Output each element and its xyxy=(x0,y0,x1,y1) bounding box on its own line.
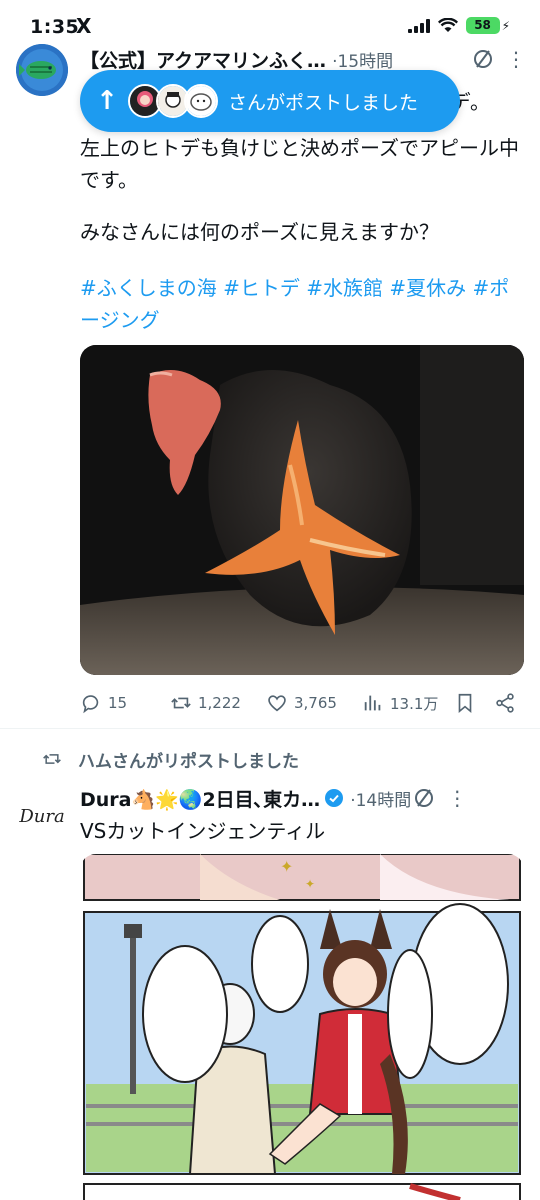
share-icon xyxy=(496,693,514,713)
more-options-icon[interactable]: ⋮ xyxy=(447,786,467,810)
repost-count: 1,222 xyxy=(198,694,241,712)
tweet-text-line: 左上のヒトデも負けじと決めポーズでアピール中です。 xyxy=(80,136,519,192)
repost-button[interactable]: 1,222 xyxy=(170,692,266,714)
verified-icon xyxy=(324,788,344,808)
reply-button[interactable]: 15 xyxy=(80,692,170,714)
tweet-text: VSカットインジェンティル xyxy=(80,819,326,843)
tweet-actions: 15 1,222 3,765 13.1万 xyxy=(80,688,524,718)
tweet-header: 【公式】アクアマリンふく… ·15時間 ⋮ xyxy=(80,46,526,73)
bookmark-icon xyxy=(458,693,472,714)
heart-icon xyxy=(268,695,286,712)
author-name[interactable]: 【公式】アクアマリンふく… xyxy=(80,46,326,73)
divider xyxy=(0,728,540,729)
repost-by-label: ハムさんがリポストしました xyxy=(78,751,299,772)
tweet-photo-starfish[interactable] xyxy=(80,345,524,675)
post-time[interactable]: ·14時間 xyxy=(350,786,411,811)
wifi-icon xyxy=(437,18,458,32)
svg-text:✦: ✦ xyxy=(305,877,315,891)
more-options-icon[interactable]: ⋮ xyxy=(506,47,526,71)
pill-label: さんがポストしました xyxy=(228,91,419,114)
view-count: 13.1万 xyxy=(390,694,439,713)
tweet-text-question: みなさんには何のポーズに見えますか？ xyxy=(80,220,439,244)
battery-icon: 58 ⚡ xyxy=(465,17,510,34)
tweet-header: Dura🐴🌟🌏2日目､東カ… ·14時間 ⋮ xyxy=(80,784,524,812)
grok-icon[interactable] xyxy=(411,785,437,811)
post-time[interactable]: ·15時間 xyxy=(332,47,393,72)
grok-icon[interactable] xyxy=(470,46,496,72)
signal-icon xyxy=(407,18,430,33)
reply-count: 15 xyxy=(108,694,128,712)
repost-indicator[interactable]: ハムさんがリポストしました xyxy=(40,746,299,772)
tweet-photo-manga[interactable]: ✦ ✦ xyxy=(80,854,524,1200)
avatar xyxy=(184,84,218,118)
status-time: 1:35 xyxy=(30,16,80,38)
views-button[interactable]: 13.1万 xyxy=(362,692,454,714)
like-button[interactable]: 3,765 xyxy=(266,692,362,714)
svg-text:✦: ✦ xyxy=(280,857,293,876)
like-count: 3,765 xyxy=(294,694,337,712)
reply-icon xyxy=(82,695,99,714)
repost-icon xyxy=(43,754,61,764)
new-posts-pill[interactable]: ↑ さんがポストしました xyxy=(80,70,460,132)
avatar[interactable]: Dura xyxy=(16,790,68,842)
tweet-hashtags[interactable]: #ふくしまの海 #ヒトデ #水族館 #夏休み #ポージング xyxy=(80,272,524,336)
share-button[interactable] xyxy=(494,692,518,714)
status-bar: 1:35 X 58 ⚡ xyxy=(0,0,540,44)
author-name[interactable]: Dura🐴🌟🌏2日目､東カ… xyxy=(80,785,320,812)
x-logo-icon: X xyxy=(76,14,92,38)
repost-icon xyxy=(171,697,191,709)
avatar[interactable] xyxy=(16,44,68,96)
battery-level: 58 xyxy=(465,17,500,34)
arrow-up-icon: ↑ xyxy=(96,86,118,116)
bookmark-button[interactable] xyxy=(454,692,494,714)
status-indicators: 58 ⚡ xyxy=(407,17,510,34)
views-icon xyxy=(364,695,381,711)
pill-avatars xyxy=(128,84,218,118)
